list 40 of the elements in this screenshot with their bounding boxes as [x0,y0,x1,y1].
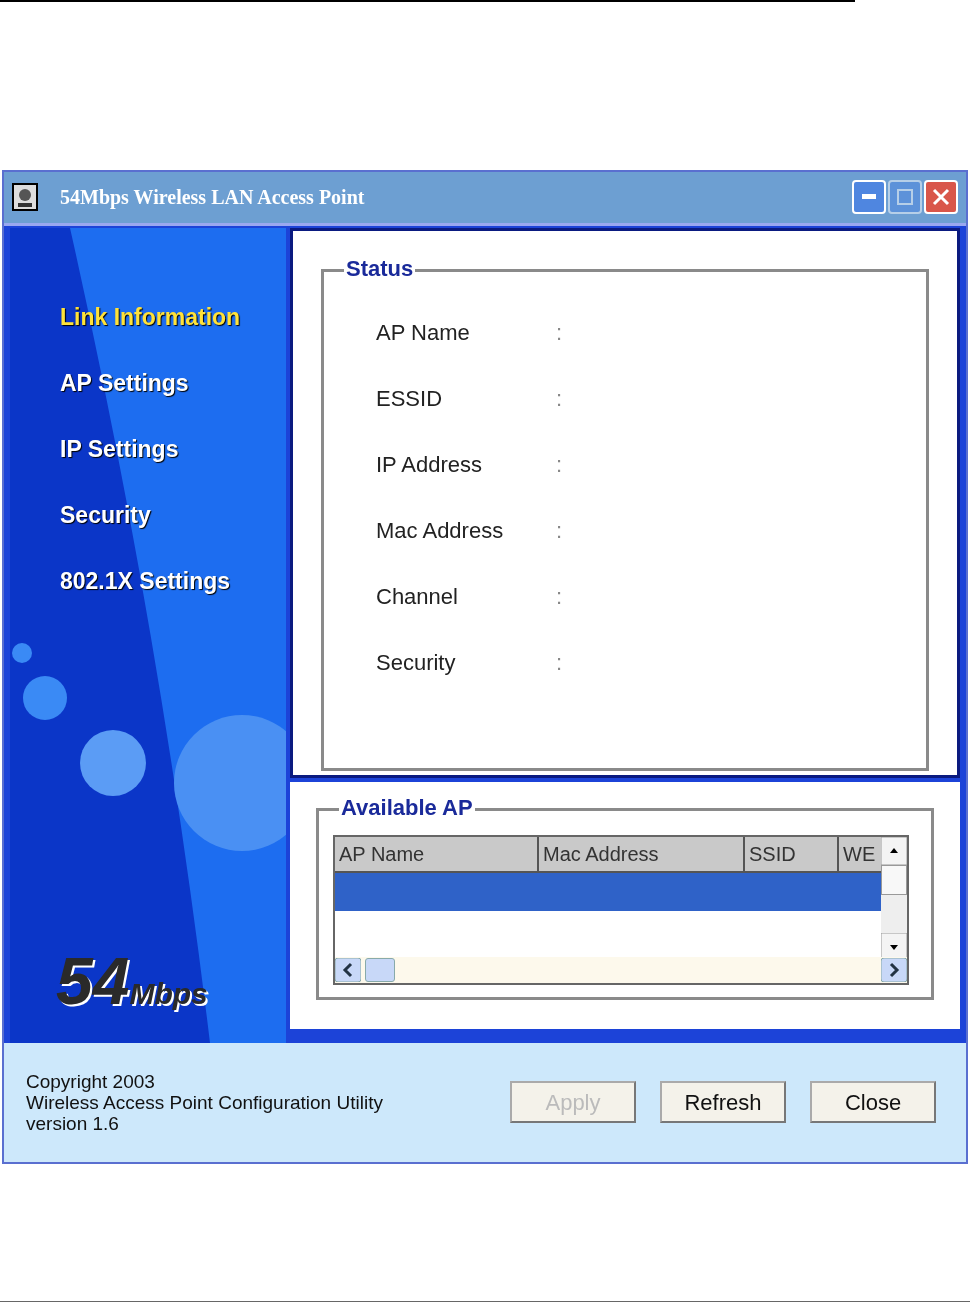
sidebar-item[interactable]: Security [60,481,286,548]
footer-text: Wireless Access Point Configuration Utility [26,1091,383,1113]
field-label: AP Name [376,318,471,347]
column-header[interactable]: Mac Address [539,836,745,873]
field-separator: : [556,318,563,347]
field-label: IP Address [376,450,483,479]
column-header[interactable]: SSID [745,836,839,873]
field-separator: : [556,648,563,677]
app-icon [12,183,38,212]
scroll-thumb[interactable] [365,957,395,982]
speed-logo: 54Mbps [56,945,208,1016]
minimize-icon [862,194,876,201]
scroll-right-icon[interactable] [881,957,907,982]
window-title: 54Mbps Wireless LAN Access Point [60,185,365,211]
footer-button[interactable]: Close [810,1081,936,1124]
close-button[interactable] [924,180,958,215]
scroll-thumb[interactable] [881,864,907,895]
field-label: ESSID [376,384,444,413]
field-separator: : [556,450,563,479]
field-label: Mac Address [376,516,505,545]
sidebar-item[interactable]: Link Information [60,283,286,350]
footer-button[interactable]: Refresh [660,1081,786,1124]
field-separator: : [556,516,563,545]
field-separator: : [556,582,563,611]
scroll-left-icon[interactable] [335,957,361,982]
column-header[interactable]: AP Name [335,836,539,873]
minimize-button[interactable] [852,180,886,215]
sidebar-item[interactable]: AP Settings [60,349,286,416]
footer-text: version 1.6 [26,1112,120,1134]
scroll-up-icon[interactable] [881,836,907,865]
close-icon [932,188,950,207]
footer-text: Copyright 2003 [26,1070,156,1092]
column-header[interactable]: WE [839,836,883,873]
horizontal-scrollbar[interactable] [335,956,907,983]
field-label: Security [376,648,457,677]
sidebar-item[interactable]: IP Settings [60,415,286,482]
sidebar-item[interactable]: 802.1X Settings [60,547,286,614]
maximize-icon [897,189,913,206]
field-label: Channel [376,582,459,611]
field-separator: : [556,384,563,413]
